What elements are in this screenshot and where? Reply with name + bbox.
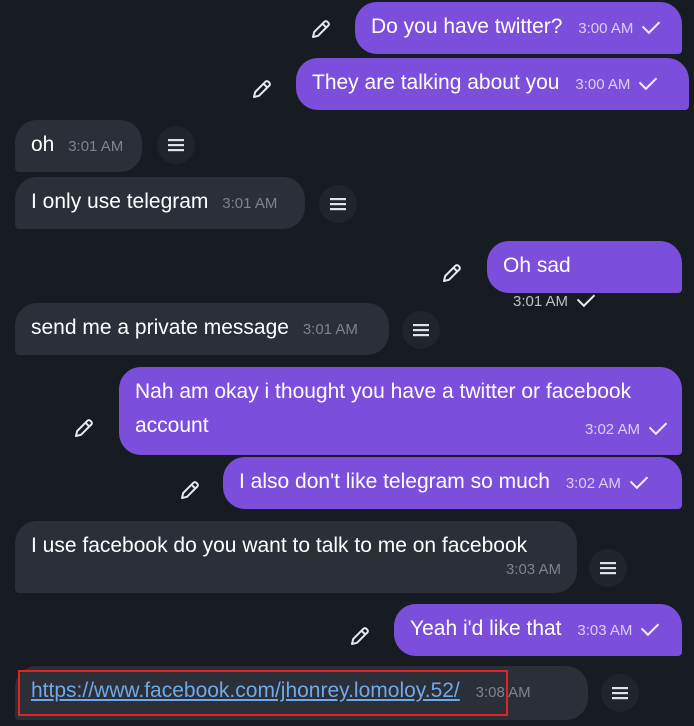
message-bubble[interactable]: Oh sad 3:01 AM xyxy=(487,241,682,310)
pencil-icon xyxy=(351,627,369,645)
message-text: Oh sad xyxy=(503,254,571,277)
message-time: 3:02 AM xyxy=(584,421,640,438)
checkmark-icon xyxy=(642,15,661,35)
checkmark-icon xyxy=(648,416,668,436)
pencil-icon xyxy=(312,20,330,38)
message-time: 3:01 AM xyxy=(302,321,358,338)
message-bubble[interactable]: Yeah i'd like that 3:03 AM xyxy=(394,604,682,656)
message-text: Yeah i'd like that xyxy=(410,617,562,640)
message-text: send me a private message xyxy=(31,316,289,339)
message-text: oh xyxy=(31,133,55,156)
message-menu-button[interactable] xyxy=(157,126,195,164)
message-menu-button[interactable] xyxy=(601,674,639,712)
message-text: I use facebook do you want to talk to me… xyxy=(31,534,528,557)
message-bubble[interactable]: I use facebook do you want to talk to me… xyxy=(15,521,577,593)
message-menu-button[interactable] xyxy=(319,185,357,223)
message-bubble[interactable]: send me a private message 3:01 AM xyxy=(15,303,389,355)
menu-icon xyxy=(168,139,184,152)
chat-screen: { "messages": [ {"dir":"out","text":"Do … xyxy=(0,0,694,726)
message-menu-button[interactable] xyxy=(589,549,627,587)
menu-icon xyxy=(600,562,616,575)
message-text: I also don't like telegram so much xyxy=(239,470,550,493)
menu-icon xyxy=(612,687,628,700)
message-time: 3:01 AM xyxy=(68,138,124,155)
message-bubble[interactable]: Do you have twitter? 3:00 AM xyxy=(355,2,682,54)
message-text: They are talking about you xyxy=(312,71,560,94)
link-highlight-box xyxy=(18,670,508,716)
checkmark-icon xyxy=(629,470,649,490)
message-text-line-1: Nah am okay i thought you have a twitter… xyxy=(135,380,632,403)
message-time: 3:00 AM xyxy=(575,76,631,93)
message-text: I only use telegram xyxy=(31,190,209,213)
message-time: 3:02 AM xyxy=(565,475,621,492)
edit-button[interactable] xyxy=(171,471,209,509)
menu-icon xyxy=(413,324,429,337)
edit-button[interactable] xyxy=(65,409,103,447)
pencil-icon xyxy=(443,264,461,282)
message-text: Do you have twitter? xyxy=(371,15,563,38)
message-bubble[interactable]: Nah am okay i thought you have a twitter… xyxy=(119,367,682,455)
message-bubble[interactable]: I only use telegram 3:01 AM xyxy=(15,177,305,229)
menu-icon xyxy=(330,198,346,211)
checkmark-icon xyxy=(641,617,660,637)
message-bubble[interactable]: They are talking about you 3:00 AM xyxy=(296,58,689,110)
edit-button[interactable] xyxy=(433,254,471,292)
message-bubble[interactable]: I also don't like telegram so much 3:02 … xyxy=(223,457,682,509)
message-time: 3:01 AM xyxy=(222,195,278,212)
pencil-icon xyxy=(75,419,93,437)
edit-button[interactable] xyxy=(341,617,379,655)
checkmark-icon xyxy=(576,288,596,308)
message-time: 3:01 AM xyxy=(513,293,569,310)
checkmark-icon xyxy=(639,71,658,91)
message-menu-button[interactable] xyxy=(402,311,440,349)
edit-button[interactable] xyxy=(243,70,281,108)
edit-button[interactable] xyxy=(302,10,340,48)
message-time: 3:03 AM xyxy=(577,622,633,639)
pencil-icon xyxy=(253,80,271,98)
pencil-icon xyxy=(181,481,199,499)
message-time: 3:00 AM xyxy=(578,20,634,37)
message-text-line-2: account xyxy=(135,414,209,437)
message-bubble[interactable]: oh 3:01 AM xyxy=(15,120,142,172)
